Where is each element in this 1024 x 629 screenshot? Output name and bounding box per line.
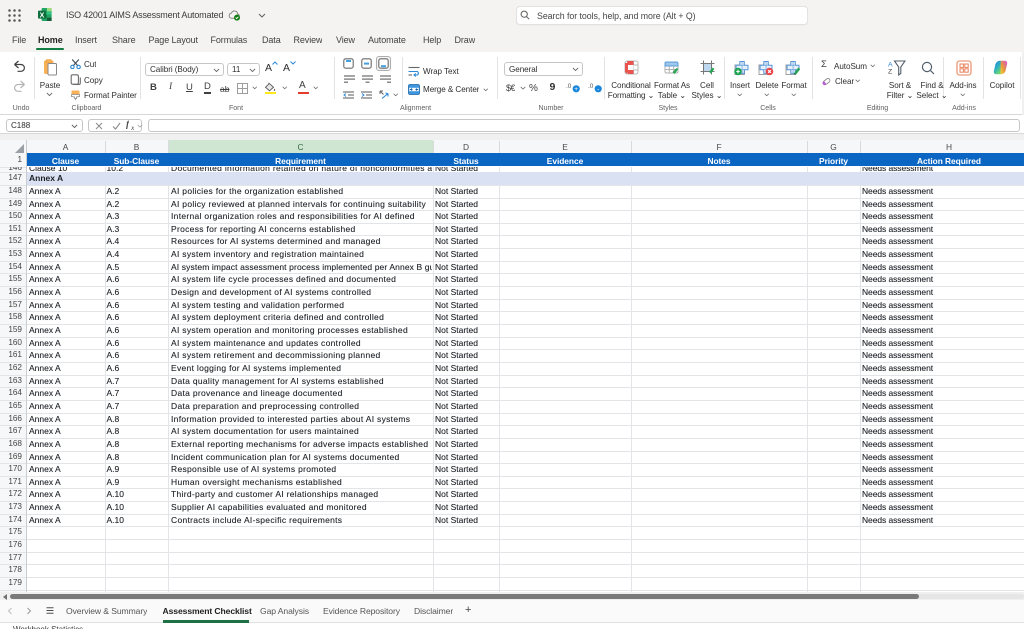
svg-text:A: A	[888, 61, 893, 68]
svg-text:+: +	[574, 86, 578, 93]
svg-text:X: X	[40, 13, 45, 20]
svg-text:.0: .0	[566, 83, 572, 90]
svg-text:.0: .0	[588, 83, 594, 90]
svg-text:Z: Z	[888, 68, 892, 75]
